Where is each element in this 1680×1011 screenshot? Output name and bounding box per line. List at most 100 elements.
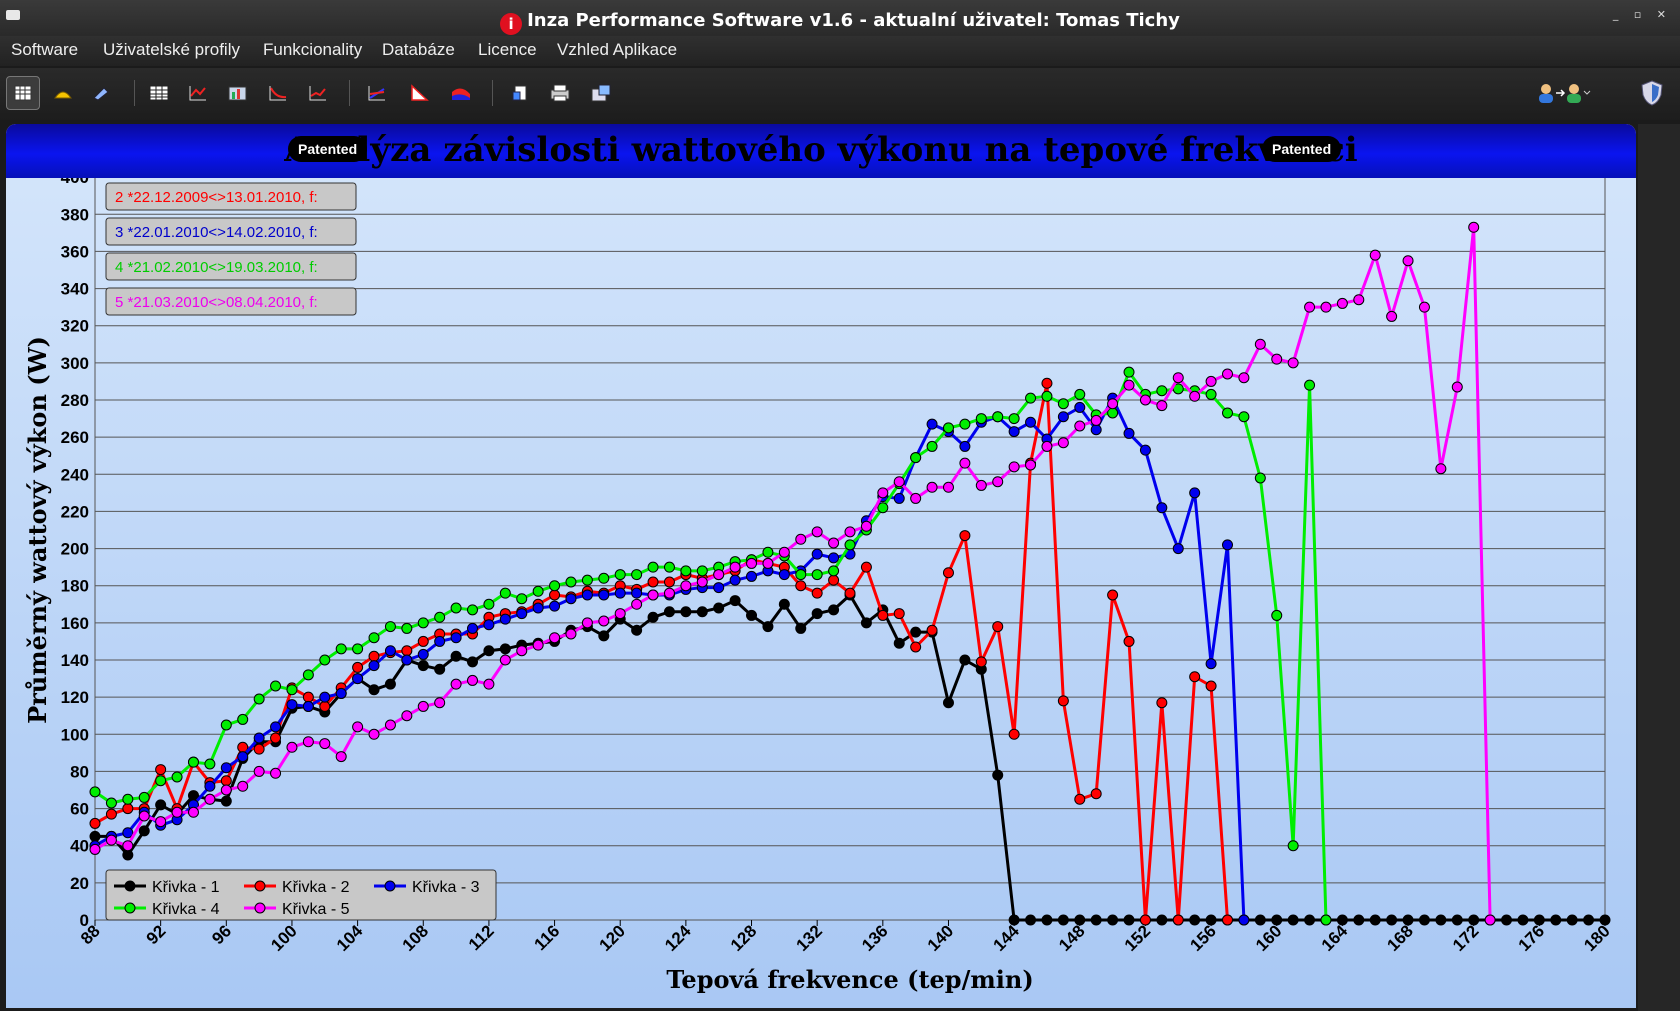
data-point — [811, 548, 823, 560]
y-axis-label: Průměrný wattový výkon (W) — [23, 336, 52, 724]
y-tick-label: 60 — [70, 800, 89, 819]
data-point — [1074, 388, 1086, 400]
y-tick-label: 280 — [61, 391, 89, 410]
data-point — [729, 561, 741, 573]
data-point — [253, 765, 265, 777]
data-point — [532, 585, 544, 597]
y-tick-label: 360 — [61, 242, 89, 261]
x-tick-label: 108 — [399, 921, 432, 954]
document-icon[interactable] — [503, 76, 537, 110]
print-icon[interactable] — [543, 76, 577, 110]
data-point — [89, 817, 101, 829]
data-point — [1041, 914, 1053, 926]
data-point — [1041, 390, 1053, 402]
data-point — [270, 767, 282, 779]
triangle-chart-icon[interactable] — [402, 76, 436, 110]
profile-icon[interactable] — [46, 76, 80, 110]
banner: Analýza závislosti wattového výkonu na t… — [6, 124, 1636, 178]
data-point — [105, 834, 117, 846]
users-switch-icon[interactable] — [1535, 76, 1593, 110]
data-point — [434, 663, 446, 675]
data-point — [1599, 914, 1611, 926]
data-point — [598, 630, 610, 642]
data-point — [319, 654, 331, 666]
area-chart-icon[interactable] — [444, 76, 478, 110]
table-icon[interactable] — [6, 76, 40, 110]
data-point — [795, 622, 807, 634]
y-tick-label: 400 — [61, 178, 89, 187]
data-point — [549, 632, 561, 644]
data-point — [762, 621, 774, 633]
menu-software[interactable]: Software — [11, 40, 78, 60]
curve-icon[interactable] — [261, 76, 295, 110]
data-point — [614, 608, 626, 620]
y-tick-label: 260 — [61, 428, 89, 447]
data-point — [401, 710, 413, 722]
data-point — [286, 684, 298, 696]
data-point — [1353, 294, 1365, 306]
data-point — [516, 645, 528, 657]
data-point — [1254, 472, 1266, 484]
menu-licence[interactable]: Licence — [478, 40, 537, 60]
patent-badge-left: Patented — [288, 136, 368, 162]
data-point — [220, 762, 232, 774]
data-point — [1107, 407, 1119, 419]
report-icon[interactable] — [221, 76, 255, 110]
legend-marker — [124, 880, 136, 892]
grid-icon[interactable] — [142, 76, 176, 110]
data-point — [647, 611, 659, 623]
data-point — [959, 654, 971, 666]
x-tick-label: 168 — [1383, 921, 1416, 954]
pen-icon[interactable] — [84, 76, 118, 110]
data-point — [171, 771, 183, 783]
data-point — [1336, 914, 1348, 926]
toolbar — [0, 68, 1680, 120]
data-point — [302, 691, 314, 703]
menu-functionality[interactable]: Funkcionality — [263, 40, 362, 60]
line-chart-icon[interactable] — [360, 76, 394, 110]
data-point — [1008, 413, 1020, 425]
data-point — [631, 624, 643, 636]
data-point — [696, 606, 708, 618]
data-point — [1139, 394, 1151, 406]
data-point — [1435, 914, 1447, 926]
data-point — [467, 674, 478, 686]
legend-marker — [254, 880, 266, 892]
data-point — [565, 593, 577, 605]
data-point — [89, 843, 101, 855]
x-tick-label: 144 — [989, 921, 1023, 955]
data-point — [828, 565, 840, 577]
data-point — [1287, 840, 1299, 852]
data-point — [401, 645, 413, 657]
data-point — [581, 617, 593, 629]
menu-database[interactable]: Databáze — [382, 40, 455, 60]
data-point — [1451, 914, 1463, 926]
data-point — [762, 546, 774, 558]
data-point — [483, 619, 495, 631]
data-point — [910, 452, 922, 464]
data-point — [253, 743, 265, 755]
trend-icon[interactable] — [301, 76, 335, 110]
chart-icon[interactable] — [181, 76, 215, 110]
x-axis-label: Tepová frekvence (tep/min) — [666, 965, 1033, 994]
data-point — [171, 806, 183, 818]
data-point — [893, 608, 905, 620]
data-point — [1205, 658, 1217, 670]
export-icon[interactable] — [584, 76, 618, 110]
shield-icon[interactable] — [1635, 76, 1669, 110]
window-controls[interactable]: _ ▫ ✕ — [1613, 8, 1672, 21]
data-point — [1386, 310, 1398, 322]
data-point — [270, 721, 282, 733]
menu-appearance[interactable]: Vzhled Aplikace — [557, 40, 677, 60]
data-point — [1320, 301, 1332, 313]
data-point — [1025, 914, 1037, 926]
data-point — [778, 569, 790, 581]
data-point — [942, 567, 954, 579]
data-point — [713, 569, 725, 581]
menu-user-profiles[interactable]: Uživatelské profily — [103, 40, 240, 60]
data-point — [335, 643, 347, 655]
data-point — [746, 557, 758, 569]
data-point — [122, 793, 134, 805]
data-point — [1057, 695, 1069, 707]
data-point — [860, 561, 872, 573]
